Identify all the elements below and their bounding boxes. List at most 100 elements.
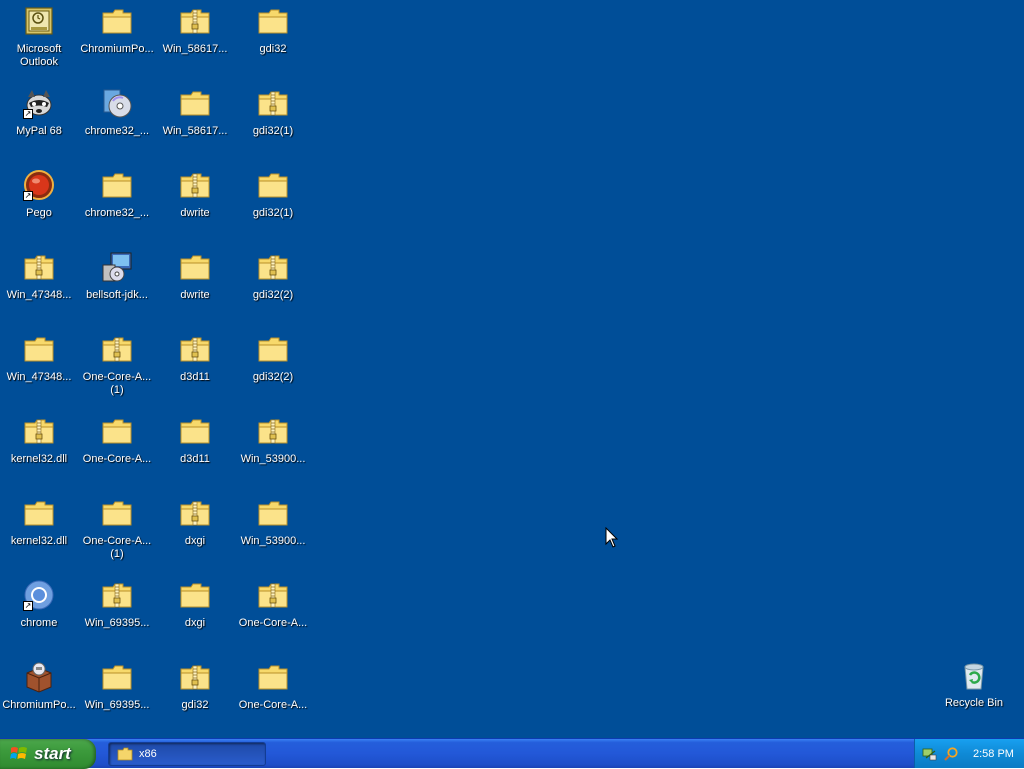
shortcut-arrow-icon: ↗ xyxy=(23,191,33,201)
folder-icon xyxy=(101,169,133,201)
desktop-icon-label: Microsoft Outlook xyxy=(16,43,62,68)
zip-folder-icon xyxy=(257,87,289,119)
desktop-icon[interactable]: d3d11 xyxy=(156,331,234,384)
desktop-icon[interactable]: One-Core-A... xyxy=(234,577,312,630)
desktop-icon[interactable]: One-Core-A... (1) xyxy=(78,495,156,561)
folder-icon xyxy=(257,497,289,529)
desktop-icon[interactable]: gdi32 xyxy=(234,3,312,56)
desktop-icon[interactable]: Win_47348... xyxy=(0,331,78,384)
desktop[interactable]: Microsoft Outlook ↗ MyPal 68 ↗ Pego Win_47348… xyxy=(0,0,1024,738)
desktop-icon-label: gdi32 xyxy=(181,699,209,711)
start-button[interactable]: start xyxy=(0,739,96,769)
desktop-icon[interactable]: chrome32_... xyxy=(78,167,156,220)
desktop-icon[interactable]: Microsoft Outlook xyxy=(0,3,78,69)
desktop-icon[interactable]: ↗ MyPal 68 xyxy=(0,85,78,138)
folder-icon xyxy=(257,661,289,693)
desktop-icon[interactable]: Win_58617... xyxy=(156,85,234,138)
desktop-icon[interactable]: One-Core-A... xyxy=(78,413,156,466)
desktop-icon[interactable]: Win_53900... xyxy=(234,495,312,548)
desktop-icon[interactable]: d3d11 xyxy=(156,413,234,466)
desktop-icon-label: Win_58617... xyxy=(162,125,228,137)
desktop-icon-label: kernel32.dll xyxy=(10,453,68,465)
desktop-icon[interactable]: One-Core-A... (1) xyxy=(78,331,156,397)
taskbar: start x86 2:58 PM xyxy=(0,738,1024,769)
desktop-icon-label: One-Core-A... (1) xyxy=(82,371,152,396)
desktop-icon-label: Win_53900... xyxy=(240,453,306,465)
mouse-cursor xyxy=(605,527,619,548)
desktop-icon[interactable]: Win_69395... xyxy=(78,659,156,712)
zip-folder-icon xyxy=(179,5,211,37)
desktop-icon-label: d3d11 xyxy=(180,453,210,465)
desktop-icon[interactable]: gdi32(2) xyxy=(234,249,312,302)
desktop-icon-label: One-Core-A... xyxy=(238,699,308,711)
desktop-icon[interactable]: ↗ chrome xyxy=(0,577,78,630)
desktop-icon-label: gdi32(2) xyxy=(252,371,294,383)
box-icon xyxy=(23,661,55,693)
recycle-bin[interactable]: Recycle Bin xyxy=(935,657,1013,710)
desktop-icon-label: Win_47348... xyxy=(6,289,72,301)
zip-folder-icon xyxy=(179,497,211,529)
folder-icon xyxy=(179,87,211,119)
desktop-icon-label: Win_69395... xyxy=(84,617,150,629)
desktop-icon[interactable]: dxgi xyxy=(156,495,234,548)
windows-logo-icon xyxy=(10,747,27,759)
desktop-icon[interactable]: gdi32(1) xyxy=(234,167,312,220)
desktop-icon[interactable]: ↗ Pego xyxy=(0,167,78,220)
desktop-icon[interactable]: ChromiumPo... xyxy=(78,3,156,56)
folder-icon xyxy=(257,169,289,201)
red-circle-icon: ↗ xyxy=(23,169,55,201)
desktop-icon[interactable]: Win_53900... xyxy=(234,413,312,466)
desktop-icon-label: bellsoft-jdk... xyxy=(86,289,148,301)
folder-icon xyxy=(179,251,211,283)
folder-icon xyxy=(117,747,133,761)
network-icon[interactable] xyxy=(921,746,937,762)
installer-cd-icon xyxy=(101,87,133,119)
desktop-icon[interactable]: Win_47348... xyxy=(0,249,78,302)
desktop-icon[interactable]: chrome32_... xyxy=(78,85,156,138)
desktop-icon-label: d3d11 xyxy=(180,371,210,383)
folder-icon xyxy=(257,333,289,365)
outlook-icon xyxy=(23,5,55,37)
desktop-icon-label: dxgi xyxy=(184,617,206,629)
desktop-icon[interactable]: kernel32.dll xyxy=(0,413,78,466)
clock: 2:58 PM xyxy=(973,747,1014,760)
raccoon-icon: ↗ xyxy=(23,87,55,119)
desktop-icon-label: Win_53900... xyxy=(240,535,306,547)
desktop-icon-label: Win_58617... xyxy=(162,43,228,55)
taskbar-item-x86[interactable]: x86 xyxy=(108,742,266,766)
desktop-icon[interactable]: dwrite xyxy=(156,167,234,220)
desktop-icon[interactable]: One-Core-A... xyxy=(234,659,312,712)
recycle-bin-label: Recycle Bin xyxy=(944,697,1004,709)
installer-pc-icon xyxy=(101,251,133,283)
zip-folder-icon xyxy=(101,579,133,611)
desktop-icon[interactable]: gdi32 xyxy=(156,659,234,712)
desktop-icon-label: chrome32_... xyxy=(84,207,150,219)
desktop-icon[interactable]: Win_58617... xyxy=(156,3,234,56)
shortcut-arrow-icon: ↗ xyxy=(23,601,33,611)
desktop-icon[interactable]: gdi32(1) xyxy=(234,85,312,138)
desktop-icon[interactable]: gdi32(2) xyxy=(234,331,312,384)
folder-icon xyxy=(23,497,55,529)
folder-icon xyxy=(179,415,211,447)
desktop-icon-label: gdi32(1) xyxy=(252,125,294,137)
desktop-icon[interactable]: dxgi xyxy=(156,577,234,630)
zip-folder-icon xyxy=(257,579,289,611)
shortcut-arrow-icon: ↗ xyxy=(23,109,33,119)
zip-folder-icon xyxy=(179,661,211,693)
search-icon[interactable] xyxy=(943,746,959,762)
desktop-icon[interactable]: Win_69395... xyxy=(78,577,156,630)
desktop-icon[interactable]: kernel32.dll xyxy=(0,495,78,548)
desktop-icon-label: gdi32 xyxy=(259,43,287,55)
desktop-icon-label: MyPal 68 xyxy=(16,125,62,137)
folder-icon xyxy=(101,661,133,693)
desktop-icon[interactable]: ChromiumPo... xyxy=(0,659,78,712)
desktop-icon[interactable]: dwrite xyxy=(156,249,234,302)
desktop-icon-label: dxgi xyxy=(184,535,206,547)
system-tray: 2:58 PM xyxy=(914,739,1024,768)
recycle-bin-icon xyxy=(958,659,990,691)
zip-folder-icon xyxy=(101,333,133,365)
desktop-icon-label: gdi32(2) xyxy=(252,289,294,301)
zip-folder-icon xyxy=(23,251,55,283)
folder-icon xyxy=(101,5,133,37)
desktop-icon[interactable]: bellsoft-jdk... xyxy=(78,249,156,302)
